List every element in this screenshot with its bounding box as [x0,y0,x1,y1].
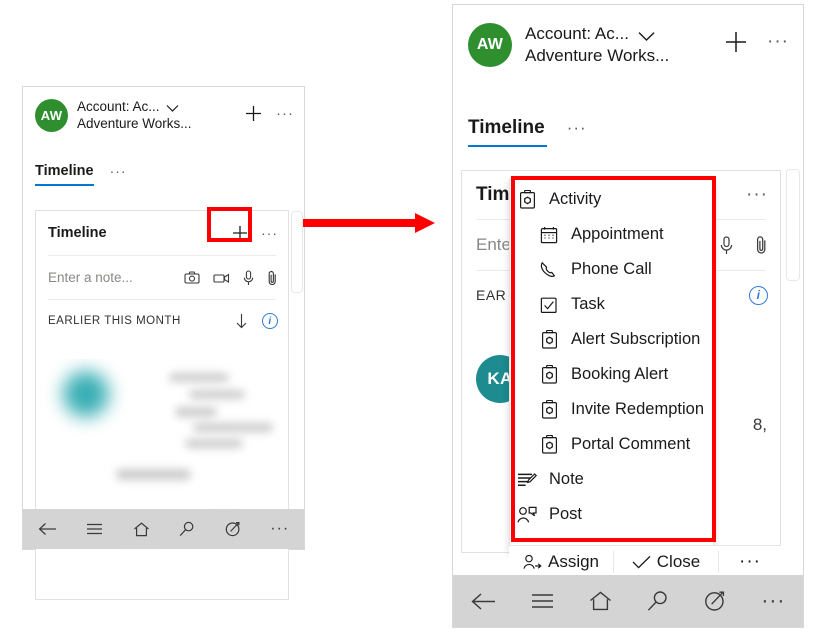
more-horizontal-icon[interactable]: ··· [261,225,278,241]
microphone-icon[interactable] [243,269,254,286]
home-icon[interactable] [589,591,612,611]
search-icon[interactable] [647,590,669,612]
camera-icon[interactable] [184,271,200,284]
left-system-navbar: ··· [23,509,304,549]
assign-person-icon [523,554,542,570]
arrow-down-icon[interactable] [235,313,248,329]
left-group-row: EARLIER THIS MONTH i [36,300,288,342]
left-account-header: AW Account: Ac... Adventure Works... ··· [35,99,294,133]
microphone-icon[interactable] [720,235,733,255]
account-title-line1: Account: Ac... [77,99,160,114]
left-plus-highlight-box [207,207,252,242]
more-horizontal-icon[interactable]: ··· [567,118,587,138]
right-command-bar: Assign Close ··· [509,545,781,578]
assign-label: Assign [547,552,600,571]
left-blurred-record-preview [37,359,287,598]
left-inner-scroll-rail[interactable] [291,211,303,293]
hamburger-icon[interactable] [86,523,103,535]
menu-highlight-box [511,176,716,542]
info-icon[interactable]: i [262,313,278,329]
check-icon [632,555,651,569]
card-title: Timeline [48,225,107,241]
right-account-header: AW Account: Ac... Adventure Works... ··· [468,23,789,67]
more-horizontal-icon[interactable]: ··· [270,520,289,538]
note-placeholder: Ente [476,235,511,254]
avatar-initials: AW [476,36,504,53]
more-horizontal-icon[interactable]: ··· [761,589,785,613]
video-icon[interactable] [213,272,230,284]
left-pivot: Timeline ··· [35,163,127,186]
chevron-down-icon[interactable] [166,104,179,113]
close-label: Close [656,552,701,571]
close-button[interactable]: Close [614,546,718,578]
left-note-row[interactable]: Enter a note... [36,256,288,299]
avatar: AW [468,23,512,67]
chevron-down-icon[interactable] [638,31,655,42]
back-arrow-icon[interactable] [38,522,57,536]
compass-icon[interactable] [225,521,241,537]
record-text-fragment: 8, [752,415,767,434]
assign-button[interactable]: Assign [509,546,613,578]
group-label: EARLIER THIS MONTH [48,315,181,327]
more-horizontal-icon[interactable]: ··· [746,184,768,206]
tab-timeline[interactable]: Timeline [35,163,94,179]
account-title-line2: Adventure Works... [77,115,192,131]
account-title-line1: Account: Ac... [525,24,629,43]
more-horizontal-icon[interactable]: ··· [110,163,127,179]
hamburger-icon[interactable] [531,593,554,609]
avatar-initials: AW [40,108,63,123]
group-label: EAR [476,287,507,303]
plus-icon[interactable] [725,31,747,53]
plus-icon[interactable] [245,105,262,122]
paperclip-icon[interactable] [267,270,278,286]
more-horizontal-icon[interactable]: ··· [276,106,294,121]
note-placeholder: Enter a note... [48,270,133,285]
arrow-shaft [303,219,421,227]
more-horizontal-icon[interactable]: ··· [767,31,789,53]
right-pivot: Timeline ··· [468,117,587,147]
paperclip-icon[interactable] [755,235,768,255]
right-system-navbar: ··· [453,575,803,627]
compass-icon[interactable] [704,590,726,612]
card-title: Tim [476,184,510,205]
more-horizontal-icon[interactable]: ··· [719,546,781,578]
avatar: AW [35,99,68,132]
search-icon[interactable] [179,521,195,537]
account-title-line2: Adventure Works... [525,46,670,66]
arrow-head [415,211,439,235]
back-arrow-icon[interactable] [471,592,496,611]
tab-timeline[interactable]: Timeline [468,117,545,139]
home-icon[interactable] [133,521,150,537]
info-icon[interactable]: i [749,285,768,305]
left-phone-frame: AW Account: Ac... Adventure Works... ···… [22,86,305,600]
right-inner-scroll-rail[interactable] [786,169,800,281]
